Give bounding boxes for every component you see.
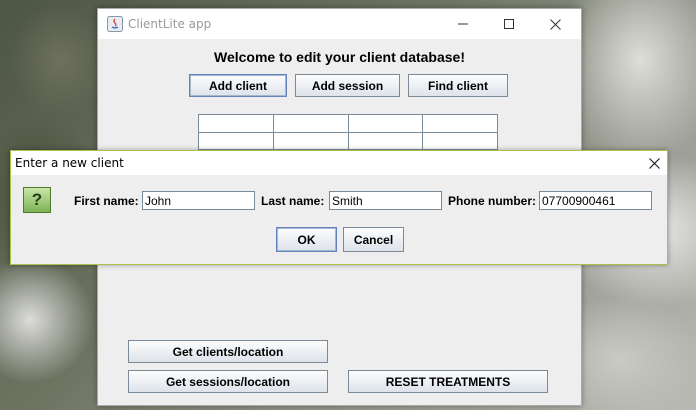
table-row[interactable] [198, 114, 498, 133]
ok-button[interactable]: OK [276, 227, 337, 252]
table-cell[interactable] [198, 131, 274, 150]
last-name-field[interactable] [329, 191, 442, 210]
add-client-button[interactable]: Add client [189, 74, 287, 97]
new-client-dialog: Enter a new client ? First name: Last na… [10, 150, 668, 265]
question-icon: ? [23, 187, 51, 213]
table-cell[interactable] [347, 114, 424, 133]
table-cell[interactable] [272, 114, 349, 133]
phone-number-field[interactable] [539, 191, 652, 210]
phone-number-label: Phone number: [448, 194, 537, 208]
dialog-titlebar[interactable]: Enter a new client [11, 151, 667, 175]
client-table[interactable] [198, 114, 498, 150]
java-app-icon [107, 16, 123, 32]
add-session-button[interactable]: Add session [295, 74, 400, 97]
table-row[interactable] [198, 131, 498, 150]
table-cell[interactable] [422, 114, 498, 133]
get-clients-location-button[interactable]: Get clients/location [128, 340, 328, 363]
dialog-title: Enter a new client [15, 156, 124, 170]
cancel-button[interactable]: Cancel [343, 227, 404, 252]
get-sessions-location-button[interactable]: Get sessions/location [128, 370, 328, 393]
first-name-label: First name: [74, 194, 139, 208]
table-cell[interactable] [347, 131, 424, 150]
minimize-icon [458, 23, 468, 25]
close-icon [648, 157, 660, 169]
minimize-button[interactable] [440, 9, 486, 39]
close-button[interactable] [532, 9, 578, 39]
table-cell[interactable] [198, 114, 274, 133]
table-cell[interactable] [272, 131, 349, 150]
find-client-button[interactable]: Find client [408, 74, 508, 97]
dialog-close-button[interactable] [639, 151, 669, 175]
reset-treatments-button[interactable]: RESET TREATMENTS [348, 370, 548, 393]
first-name-field[interactable] [142, 191, 255, 210]
table-cell[interactable] [422, 131, 498, 150]
last-name-label: Last name: [261, 194, 325, 208]
main-titlebar[interactable]: ClientLite app [98, 9, 581, 39]
maximize-icon [504, 19, 514, 29]
window-title: ClientLite app [128, 17, 212, 31]
welcome-heading: Welcome to edit your client database! [213, 49, 466, 65]
maximize-button[interactable] [486, 9, 532, 39]
close-icon [549, 18, 561, 30]
